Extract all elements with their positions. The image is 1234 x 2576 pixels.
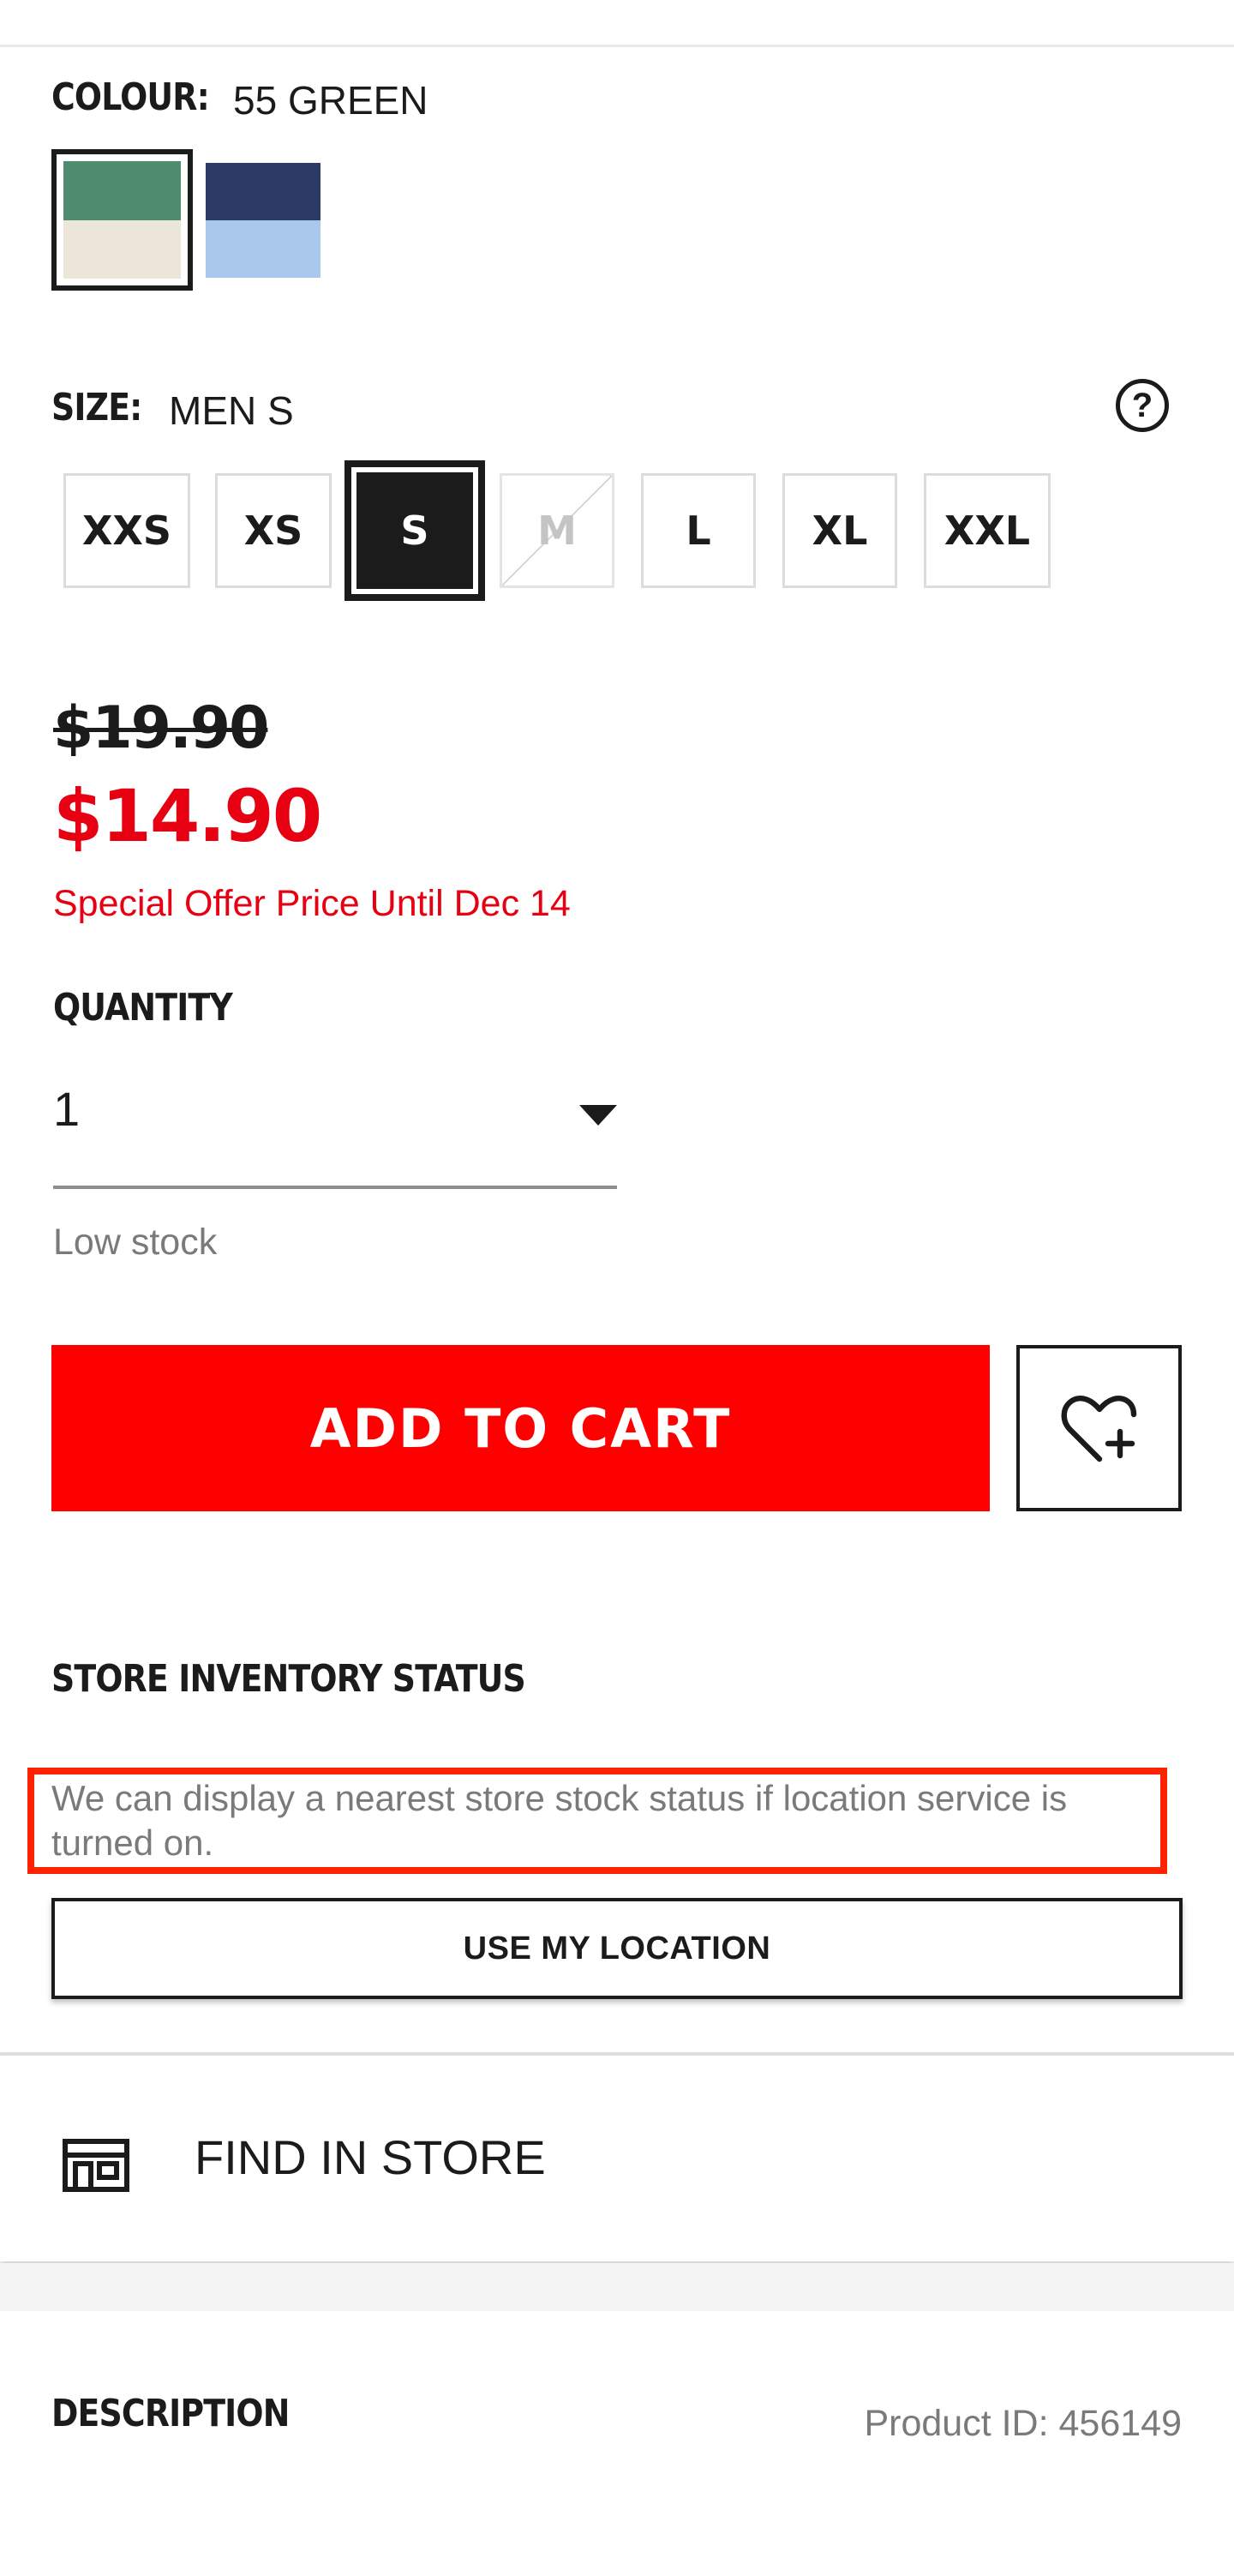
product-id: Product ID: 456149	[864, 2403, 1182, 2444]
size-option-m-label: M	[537, 507, 577, 554]
description-heading[interactable]: DESCRIPTION	[51, 2392, 290, 2435]
colour-swatch-green[interactable]	[51, 149, 193, 291]
swatch-bottom-color	[63, 219, 181, 279]
add-to-cart-button[interactable]: ADD TO CART	[51, 1345, 990, 1511]
caret-down-icon	[579, 1105, 617, 1126]
find-in-store-row[interactable]: FIND IN STORE	[0, 2052, 1234, 2261]
size-option-xl[interactable]: XL	[782, 473, 897, 588]
size-value: MEN S	[169, 388, 294, 433]
use-my-location-button[interactable]: USE MY LOCATION	[51, 1898, 1183, 1999]
section-divider	[0, 2263, 1234, 2311]
size-option-xxs[interactable]: XXS	[63, 473, 190, 588]
offer-text: Special Offer Price Until Dec 14	[53, 883, 571, 924]
quantity-label: QUANTITY	[53, 986, 233, 1030]
store-icon	[63, 2139, 129, 2192]
quantity-select[interactable]: 1	[53, 1076, 617, 1189]
store-inventory-heading: STORE INVENTORY STATUS	[51, 1657, 526, 1701]
swatch-top-color	[206, 163, 320, 220]
stock-note: Low stock	[53, 1222, 218, 1263]
size-label: SIZE:	[51, 386, 142, 429]
add-to-wishlist-button[interactable]	[1016, 1345, 1182, 1511]
top-app-bar	[0, 0, 1234, 47]
quantity-value: 1	[53, 1082, 81, 1136]
swatch-top-color	[63, 161, 181, 220]
heart-plus-icon	[1061, 1396, 1136, 1462]
colour-swatch-navy[interactable]	[206, 163, 320, 278]
highlight-box	[27, 1768, 1167, 1874]
size-option-xxl[interactable]: XXL	[924, 473, 1051, 588]
sale-price: $14.90	[53, 774, 322, 858]
size-option-s[interactable]: S	[344, 460, 485, 601]
size-option-l[interactable]: L	[641, 473, 756, 588]
original-price: $19.90	[53, 694, 269, 762]
size-option-m[interactable]: M	[500, 473, 614, 588]
colour-value: 55 GREEN	[233, 78, 428, 123]
question-circle-icon[interactable]: ?	[1116, 379, 1169, 432]
swatch-bottom-color	[206, 220, 320, 278]
size-option-xs[interactable]: XS	[215, 473, 332, 588]
find-in-store-label: FIND IN STORE	[195, 2130, 546, 2184]
colour-label: COLOUR:	[51, 75, 210, 119]
